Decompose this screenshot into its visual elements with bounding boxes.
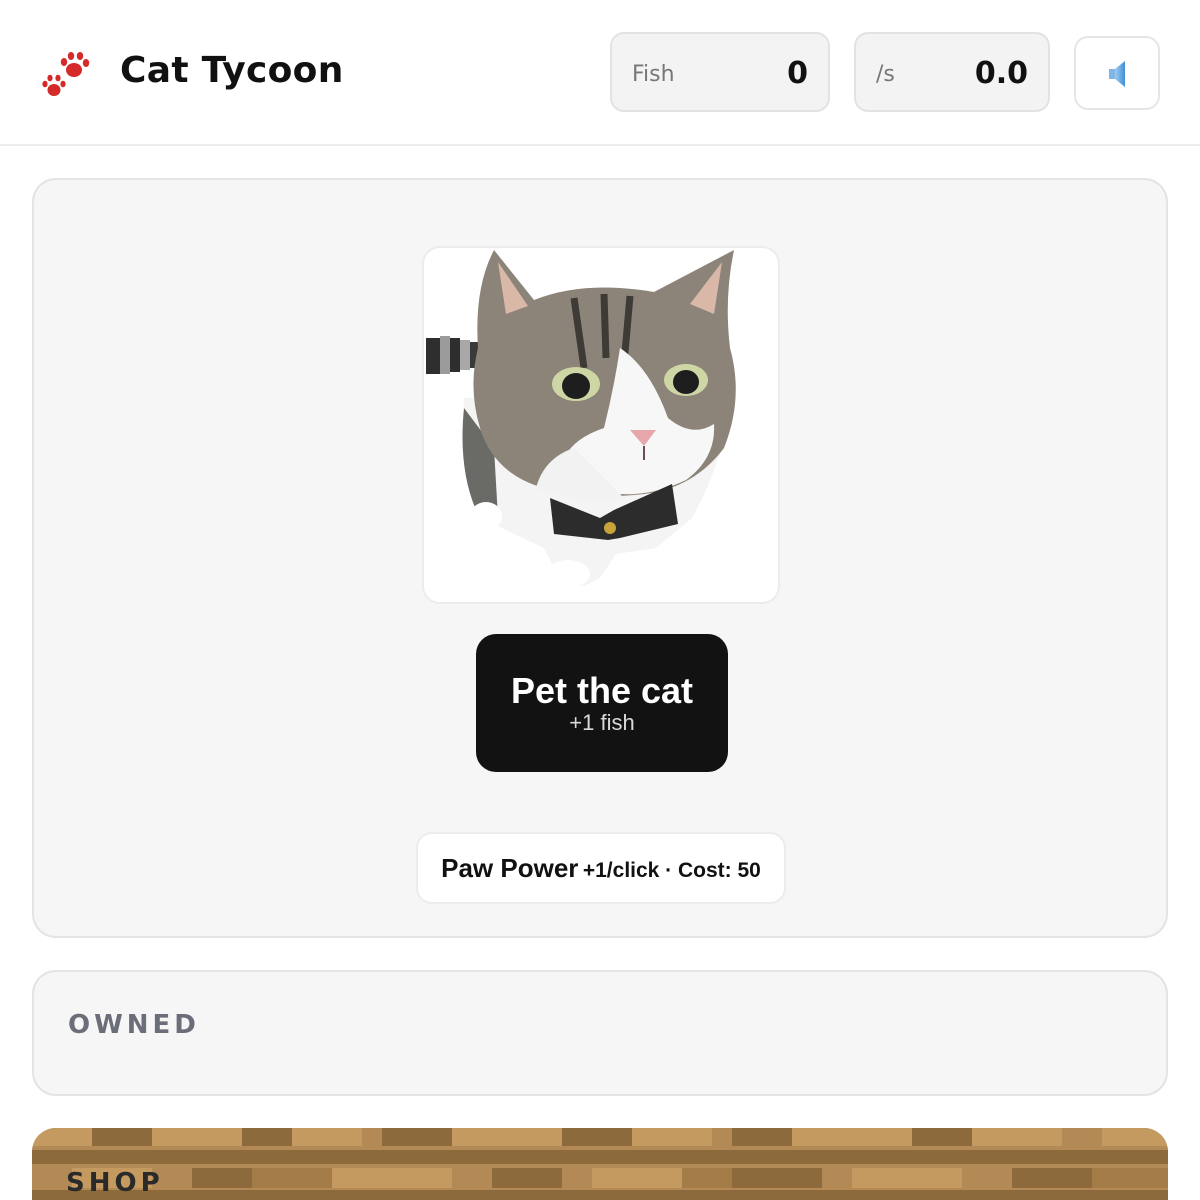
owned-section: OWNED: [32, 970, 1168, 1096]
upgrade-name: Paw Power: [441, 853, 579, 883]
pet-cat-reward: +1 fish: [569, 710, 635, 735]
owned-title: OWNED: [68, 1010, 200, 1040]
fish-rate-value: 0.0: [974, 56, 1028, 91]
shop-section: SHOP: [32, 1128, 1168, 1200]
paw-power-upgrade-button[interactable]: Paw Power +1/click · Cost: 50: [416, 832, 786, 904]
top-bar: Cat Tycoon Fish 0 /s 0.0: [0, 0, 1200, 146]
pet-cat-button[interactable]: Pet the cat +1 fish: [476, 634, 728, 772]
paw-prints-icon: [42, 52, 90, 96]
cat-photo: [426, 250, 736, 588]
fish-rate-counter: /s 0.0: [854, 32, 1050, 112]
sound-toggle-button[interactable]: [1074, 36, 1160, 110]
cat-image[interactable]: [422, 246, 780, 604]
fish-rate-label: /s: [876, 62, 895, 87]
fish-counter-value: 0: [787, 56, 808, 91]
wood-texture: [32, 1128, 1168, 1200]
upgrade-detail: +1/click · Cost: 50: [582, 859, 761, 882]
app-title: Cat Tycoon: [120, 50, 344, 91]
clicker-panel: Pet the cat +1 fish Paw Power +1/click ·…: [32, 178, 1168, 938]
shop-title: SHOP: [66, 1168, 164, 1198]
pet-cat-label: Pet the cat: [510, 670, 694, 711]
speaker-icon: [1109, 61, 1125, 87]
fish-counter: Fish 0: [610, 32, 830, 112]
fish-counter-label: Fish: [632, 62, 675, 87]
